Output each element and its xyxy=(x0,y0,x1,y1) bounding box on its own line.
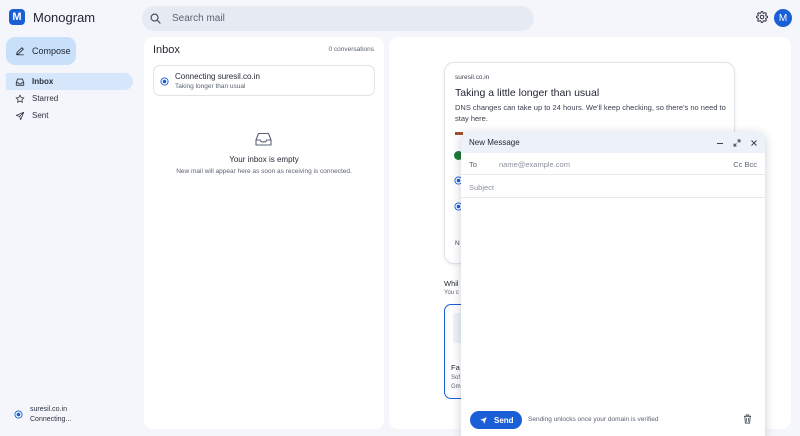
star-icon xyxy=(15,94,25,104)
subject-input[interactable] xyxy=(469,180,749,194)
close-icon[interactable] xyxy=(749,138,759,148)
app-logo[interactable]: M Monogram xyxy=(9,9,95,25)
settings-gear-icon[interactable] xyxy=(756,11,768,23)
search-icon xyxy=(150,13,161,24)
connecting-title: Connecting suresil.co.in xyxy=(175,72,260,81)
pencil-icon xyxy=(15,46,25,56)
inbox-icon xyxy=(15,77,25,87)
section-title-fragment: Whil xyxy=(444,279,459,288)
account-status-text: Connecting... xyxy=(30,416,72,423)
sidebar-item-label: Sent xyxy=(32,111,49,120)
subject-row xyxy=(461,176,765,198)
user-avatar[interactable]: M xyxy=(774,9,792,27)
search-bar[interactable]: Search mail xyxy=(142,6,534,31)
send-icon xyxy=(479,416,488,425)
trash-icon[interactable] xyxy=(743,414,752,424)
section-subtitle-fragment: You c xyxy=(444,290,459,296)
inbox-panel: Inbox 0 conversations Connecting suresil… xyxy=(144,37,384,429)
account-status[interactable]: suresil.co.in Connecting... xyxy=(14,405,71,425)
sidebar-item-label: Inbox xyxy=(32,77,54,86)
sidebar-item-sent[interactable]: Sent xyxy=(6,107,133,124)
send-note: Sending unlocks once your domain is veri… xyxy=(528,416,659,423)
send-icon xyxy=(15,111,25,121)
provider-title-fragment: Fa xyxy=(451,363,460,372)
empty-state-title: Your inbox is empty xyxy=(229,155,299,164)
radio-icon xyxy=(160,77,169,86)
provider-sub-fragment: Sof xyxy=(451,375,461,381)
app-name: Monogram xyxy=(33,9,96,25)
sidebar-item-inbox[interactable]: Inbox xyxy=(6,73,133,90)
status-domain: suresil.co.in xyxy=(455,74,490,81)
sidebar-item-label: Starred xyxy=(32,94,59,103)
send-button[interactable]: Send xyxy=(470,411,522,429)
status-footer-fragment: N xyxy=(455,240,460,247)
empty-tray-icon xyxy=(255,132,272,146)
send-label: Send xyxy=(494,415,514,425)
inbox-title: Inbox xyxy=(153,44,180,56)
compose-header: New Message xyxy=(461,132,765,153)
connecting-subtitle: Taking longer than usual xyxy=(175,83,246,90)
radio-icon xyxy=(14,410,23,425)
account-domain: suresil.co.in xyxy=(30,406,67,413)
provider-sub-fragment: Gm xyxy=(451,384,461,390)
empty-state-subtitle: New mail will appear here as soon as rec… xyxy=(176,168,352,175)
to-input[interactable] xyxy=(499,157,719,171)
message-body[interactable] xyxy=(461,198,765,403)
expand-icon[interactable] xyxy=(732,138,742,148)
status-description: DNS changes can take up to 24 hours. We'… xyxy=(455,103,726,123)
cc-bcc-toggle[interactable]: Cc Bcc xyxy=(733,160,757,169)
connecting-card[interactable]: Connecting suresil.co.in Taking longer t… xyxy=(153,65,375,96)
compose-button[interactable]: Compose xyxy=(6,37,76,65)
conversation-count: 0 conversations xyxy=(328,46,374,53)
to-label: To xyxy=(469,160,477,169)
sidebar-item-starred[interactable]: Starred xyxy=(6,90,133,107)
search-input[interactable]: Search mail xyxy=(172,13,225,24)
compose-title: New Message xyxy=(469,138,520,147)
compose-label: Compose xyxy=(32,46,71,56)
compose-window: New Message To Cc Bcc Send Sending unloc… xyxy=(461,132,765,436)
minimize-icon[interactable] xyxy=(715,138,725,148)
to-row: To Cc Bcc xyxy=(461,153,765,175)
status-title: Taking a little longer than usual xyxy=(455,87,600,99)
logo-mark: M xyxy=(9,9,25,25)
